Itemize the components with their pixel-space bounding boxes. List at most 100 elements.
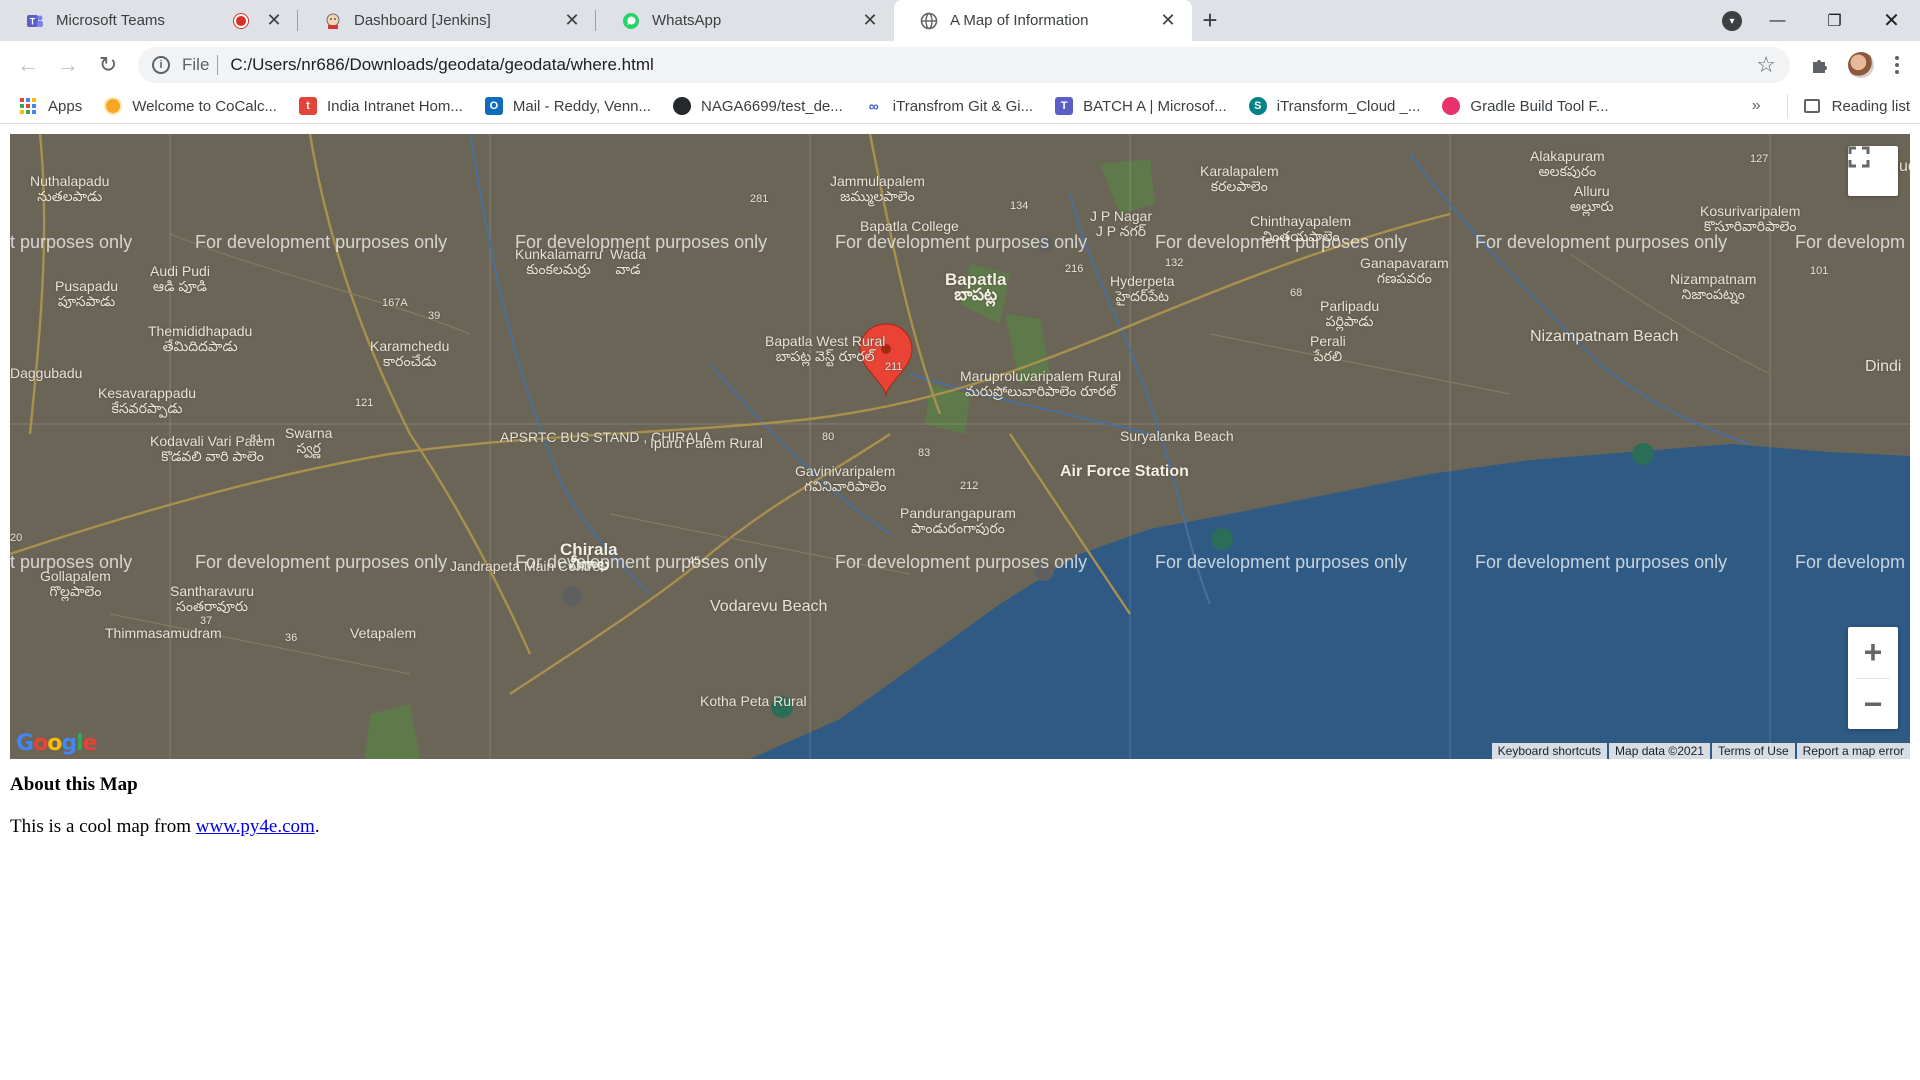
tab-jenkins[interactable]: Dashboard [Jenkins] ✕	[298, 0, 596, 41]
map-label: Daggubadu	[10, 365, 83, 381]
road-number: 80	[822, 431, 835, 443]
profile-avatar[interactable]	[1848, 52, 1874, 78]
map-label: Nizampatnam Beach	[1530, 328, 1679, 345]
menu-kebab-icon[interactable]	[1882, 45, 1912, 85]
map-label: Bapatla బాపట్ల	[945, 270, 1007, 304]
tab-title: WhatsApp	[652, 12, 722, 29]
gradle-icon	[1442, 97, 1461, 115]
bookmark-label: NAGA6699/test_de...	[701, 97, 843, 115]
report-map-error-link[interactable]: Report a map error	[1796, 743, 1910, 759]
bookmark-apps[interactable]: Apps	[20, 98, 82, 115]
dev-watermark: For development purposes only	[1475, 232, 1728, 252]
tab-map-of-information[interactable]: A Map of Information ✕	[894, 0, 1192, 41]
bookmark-itransform-git[interactable]: ∞ iTransfrom Git & Gi...	[865, 97, 1033, 115]
tab-whatsapp[interactable]: WhatsApp ✕	[596, 0, 894, 41]
terms-of-use-link[interactable]: Terms of Use	[1711, 743, 1795, 759]
map-label: Suryalanka Beach	[1120, 428, 1234, 444]
keyboard-shortcuts-link[interactable]: Keyboard shortcuts	[1491, 743, 1608, 759]
road-number: 37	[200, 615, 213, 627]
zoom-out-button[interactable]: −	[1848, 679, 1898, 730]
map-label: Kosurivaripalem కొసూరివారిపాలెం	[1700, 203, 1801, 234]
minimize-icon[interactable]: —	[1749, 0, 1806, 41]
map-label: Pandurangapuram పాండురంగాపురం	[900, 505, 1016, 536]
back-icon[interactable]: ←	[8, 45, 48, 85]
address-bar[interactable]: i File C:/Users/nr686/Downloads/geodata/…	[138, 47, 1790, 83]
close-tab-icon[interactable]: ✕	[562, 10, 582, 31]
map-label: Alluru అల్లూరు	[1570, 183, 1614, 214]
forward-icon[interactable]: →	[48, 45, 88, 85]
glasses-icon: ∞	[868, 98, 879, 114]
bookmark-github[interactable]: NAGA6699/test_de...	[673, 97, 843, 115]
map-label: Pusapadu పూసపాడు	[55, 278, 119, 309]
road-number: 68	[1290, 287, 1303, 299]
reload-icon[interactable]: ↻	[88, 45, 128, 85]
cocalc-icon	[104, 97, 123, 115]
close-tab-icon[interactable]: ✕	[1158, 10, 1178, 31]
dev-watermark: For developm	[1795, 552, 1906, 572]
tab-microsoft-teams[interactable]: T Microsoft Teams ✕	[0, 0, 298, 41]
bookmark-gradle[interactable]: Gradle Build Tool F...	[1442, 97, 1609, 115]
toolbar: ← → ↻ i File C:/Users/nr686/Downloads/ge…	[0, 41, 1920, 89]
bookmark-batch-a[interactable]: T BATCH A | Microsof...	[1055, 97, 1227, 115]
bookmark-label: Gradle Build Tool F...	[1470, 97, 1609, 115]
road-number: 167A	[382, 297, 408, 309]
map-label: Swarna స్వర్ణ	[285, 425, 333, 456]
dev-watermark: For development purposes only	[835, 232, 1088, 252]
restore-icon[interactable]: ❐	[1806, 0, 1863, 41]
dev-watermark: For development purposes only	[195, 552, 448, 572]
jenkins-icon	[324, 12, 342, 30]
road-number: 83	[918, 447, 931, 459]
google-map[interactable]: Nuthalapadu నుతలపాడు Audi Pudi ఆడి పూడి Pu…	[10, 134, 1910, 759]
map-label: Jammulapalem జమ్ములపాలెం	[830, 173, 925, 204]
zoom-control: + −	[1848, 627, 1898, 729]
tab-title: Dashboard [Jenkins]	[354, 12, 491, 29]
road-number: 281	[750, 193, 769, 205]
window-controls: — ❐ ✕	[1749, 0, 1920, 41]
extensions-puzzle-icon[interactable]	[1800, 45, 1840, 85]
bookmark-star-icon[interactable]: ☆	[1756, 52, 1776, 78]
bookmark-cocalc[interactable]: Welcome to CoCalc...	[104, 97, 277, 115]
browser-chrome: T Microsoft Teams ✕ Dashboard [Jenkins] …	[0, 0, 1920, 124]
url-text[interactable]: C:/Users/nr686/Downloads/geodata/geodata…	[230, 55, 1756, 75]
road-number: 211	[885, 361, 903, 373]
new-tab-button[interactable]: +	[1192, 0, 1228, 41]
sharepoint-icon: S	[1248, 97, 1267, 115]
para-prefix: This is a cool map from	[10, 816, 196, 837]
map-label: Themididhapadu తేమిదిదపాడు	[148, 323, 253, 354]
site-info-icon[interactable]: i	[152, 56, 170, 74]
map-label: Hyderpeta హైదర్‌పేట	[1110, 273, 1175, 304]
map-footer: Keyboard shortcuts Map data ©2021 Terms …	[1490, 743, 1910, 759]
about-paragraph: This is a cool map from www.py4e.com.	[10, 816, 320, 838]
bookmark-label: Welcome to CoCalc...	[132, 97, 277, 115]
map-label: Audi Pudi ఆడి పూడి	[150, 263, 210, 294]
reading-list-label: Reading list	[1831, 97, 1910, 115]
github-icon	[673, 97, 692, 115]
map-label: Maruproluvaripalem Rural మరుప్రోలువారిపాల…	[960, 368, 1122, 399]
svg-text:T: T	[30, 16, 36, 26]
close-tab-icon[interactable]: ✕	[860, 10, 880, 31]
bookmark-itransform-cloud[interactable]: S iTransform_Cloud _...	[1248, 97, 1420, 115]
dev-watermark: For development purposes only	[515, 232, 768, 252]
google-logo[interactable]: Google	[16, 731, 98, 756]
more-bookmarks-chevron-icon[interactable]: »	[1752, 97, 1761, 115]
dev-watermark: For development purposes only	[1155, 232, 1408, 252]
dev-watermark: For development purposes only	[1155, 552, 1408, 572]
fullscreen-icon	[1848, 146, 1870, 168]
bookmark-label: Apps	[48, 97, 83, 115]
dev-watermark: For development purposes only	[515, 552, 768, 572]
road-number: 134	[1010, 200, 1029, 212]
reading-list-button[interactable]: Reading list	[1786, 94, 1910, 118]
road-number: 121	[355, 397, 374, 409]
tab-search-icon[interactable]: ▾	[1722, 11, 1742, 31]
py4e-link[interactable]: www.py4e.com	[196, 816, 315, 837]
fullscreen-button[interactable]	[1848, 146, 1898, 196]
map-label: Santharavuru సంతరావూరు	[170, 583, 255, 614]
zoom-in-button[interactable]: +	[1848, 627, 1898, 678]
bookmark-mail[interactable]: O Mail - Reddy, Venn...	[484, 97, 651, 115]
road-number: 101	[1810, 265, 1829, 277]
bookmark-intranet[interactable]: t India Intranet Hom...	[298, 97, 463, 115]
close-window-icon[interactable]: ✕	[1863, 0, 1920, 41]
map-label: Karalapalem కరలపాలెం	[1200, 163, 1279, 194]
map-label: Karamchedu కారంచేడు	[370, 338, 450, 369]
close-tab-icon[interactable]: ✕	[264, 10, 284, 31]
